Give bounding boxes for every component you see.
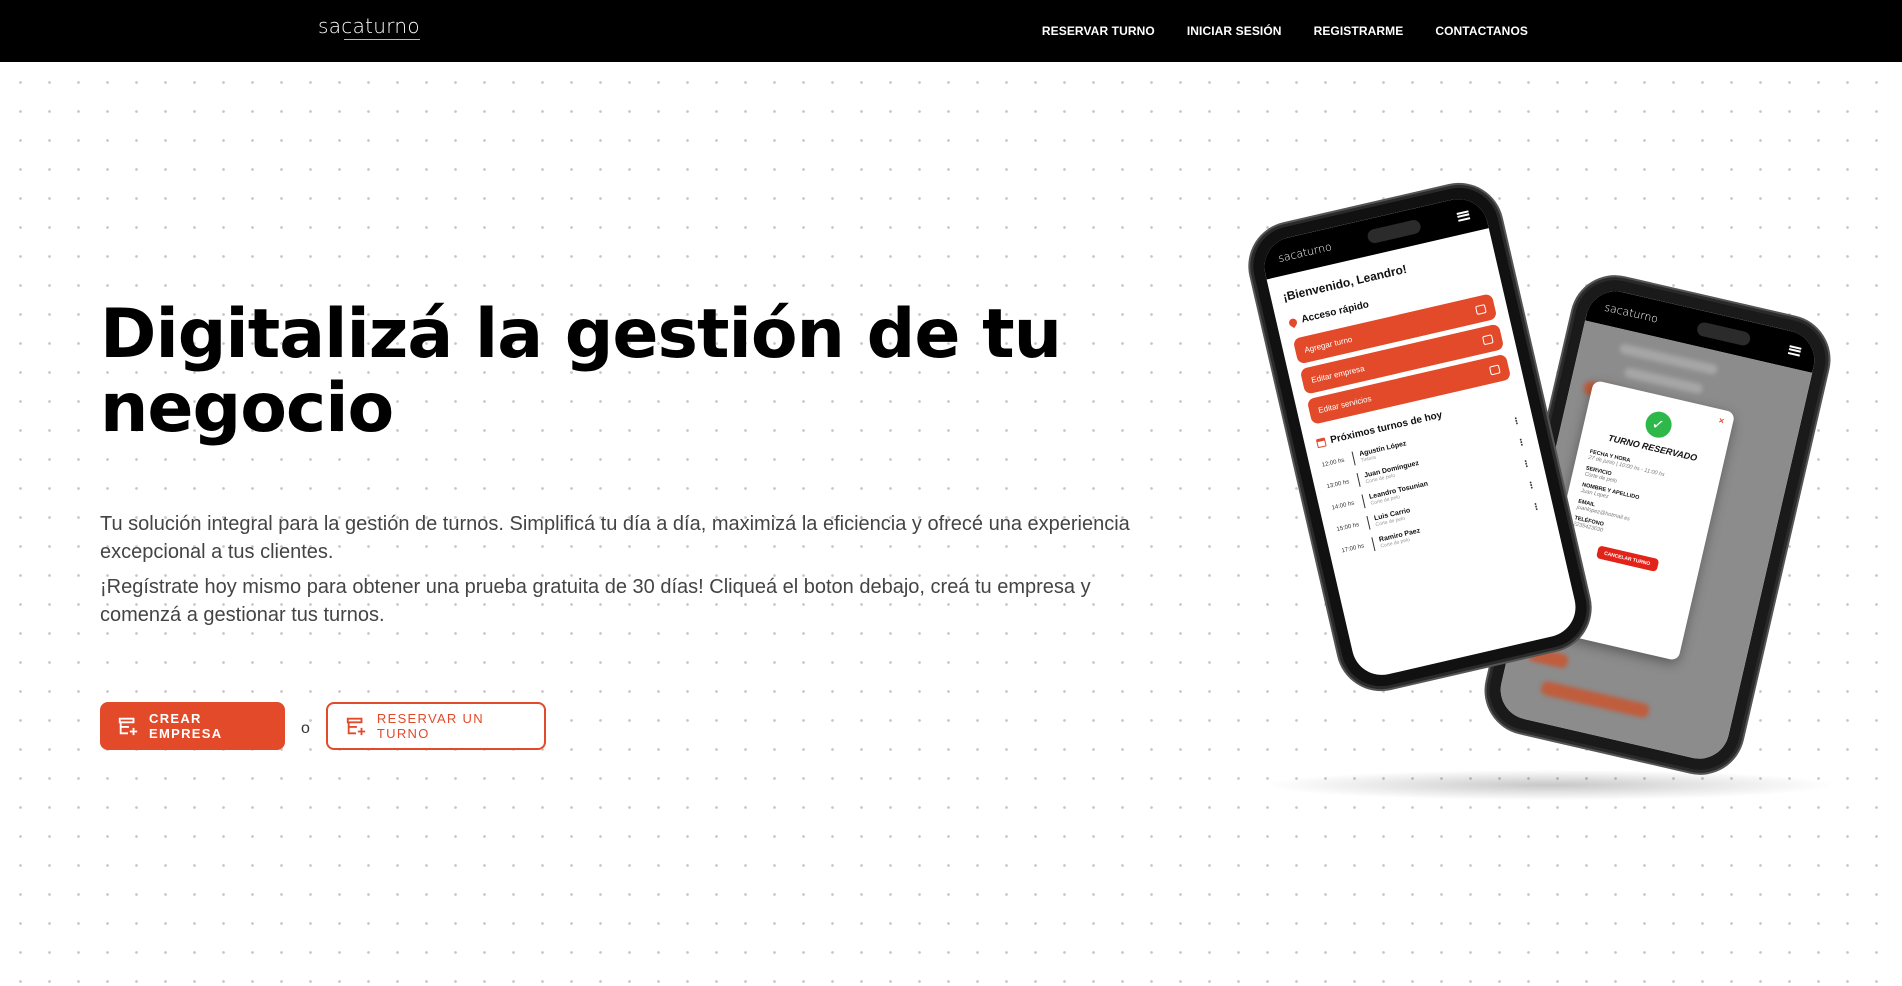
appointment-time: 12:00 hs <box>1321 457 1346 469</box>
divider <box>1356 472 1361 487</box>
more-options-icon[interactable]: ⋮ <box>1531 500 1542 513</box>
cta-row: CREAR EMPRESA o RESERVAR UN TURNO <box>100 702 546 750</box>
quick-action-label: Editar servicios <box>1317 393 1373 415</box>
phone-dashboard-screen: sacaturno ¡Bienvenido, Leandro! Acceso r… <box>1258 193 1582 681</box>
close-icon[interactable]: × <box>1718 415 1725 426</box>
appointment-time: 17:00 hs <box>1341 543 1365 555</box>
check-circle-icon: ✓ <box>1642 408 1674 441</box>
phone-notch <box>1695 321 1752 347</box>
hamburger-menu-icon <box>1456 209 1471 222</box>
appointment-time: 14:00 hs <box>1331 500 1355 512</box>
appointment-time: 15:00 hs <box>1336 521 1360 534</box>
or-separator: o <box>301 720 310 737</box>
cancel-appointment-button[interactable]: CANCELAR TURNO <box>1595 545 1659 572</box>
more-options-icon[interactable]: ⋮ <box>1526 479 1537 492</box>
create-company-label: CREAR EMPRESA <box>149 711 223 741</box>
nav-links: RESERVAR TURNO INICIAR SESIÓN REGISTRARM… <box>1042 0 1528 62</box>
divider <box>1366 515 1371 530</box>
more-options-icon[interactable]: ⋮ <box>1516 436 1527 449</box>
store-add-icon <box>346 717 366 736</box>
appointment-time: 13:00 hs <box>1326 479 1351 491</box>
hero-trial-text: ¡Regístrate hoy mismo para obtener una p… <box>100 576 1091 626</box>
create-company-button[interactable]: CREAR EMPRESA <box>100 702 285 750</box>
divider <box>1371 537 1376 552</box>
quick-action-label: Editar empresa <box>1310 363 1366 385</box>
calendar-icon <box>1474 303 1487 315</box>
more-options-icon[interactable]: ⋮ <box>1511 415 1522 428</box>
phone-dashboard-mockup: sacaturno ¡Bienvenido, Leandro! Acceso r… <box>1245 179 1595 695</box>
phone-logo: sacaturno <box>1276 239 1333 265</box>
hero-description: Tu solución integral para la gestión de … <box>100 513 1130 563</box>
hero-title: Digitalizá la gestión de tu negocio <box>100 295 1062 448</box>
edit-icon <box>1488 363 1501 375</box>
nav-link-registrarme[interactable]: REGISTRARME <box>1314 24 1404 38</box>
nav-link-reservar-turno[interactable]: RESERVAR TURNO <box>1042 24 1155 38</box>
phone-notch <box>1366 218 1423 245</box>
pin-icon <box>1287 316 1299 328</box>
calendar-icon <box>1315 437 1327 449</box>
folder-icon <box>1481 333 1494 345</box>
divider <box>1351 451 1356 466</box>
top-navbar: sacaturno RESERVAR TURNO INICIAR SESIÓN … <box>0 0 1902 62</box>
book-appointment-label: RESERVAR UN TURNO <box>376 711 484 741</box>
store-add-icon <box>118 717 138 736</box>
phones-illustration: sacaturno × ✓ TURNO RESERVADO FECHA Y HO… <box>1240 179 1860 830</box>
divider <box>1361 494 1366 509</box>
quick-action-label: Agregar turno <box>1303 334 1354 355</box>
nav-link-iniciar-sesion[interactable]: INICIAR SESIÓN <box>1187 24 1282 38</box>
brand-logo[interactable]: sacaturno <box>318 14 420 40</box>
nav-link-contactanos[interactable]: CONTACTANOS <box>1435 24 1528 38</box>
phone-logo: sacaturno <box>1603 300 1660 326</box>
book-appointment-button[interactable]: RESERVAR UN TURNO <box>325 702 546 750</box>
more-options-icon[interactable]: ⋮ <box>1521 457 1532 470</box>
hamburger-menu-icon <box>1787 344 1802 357</box>
phones-shadow <box>1270 770 1830 800</box>
